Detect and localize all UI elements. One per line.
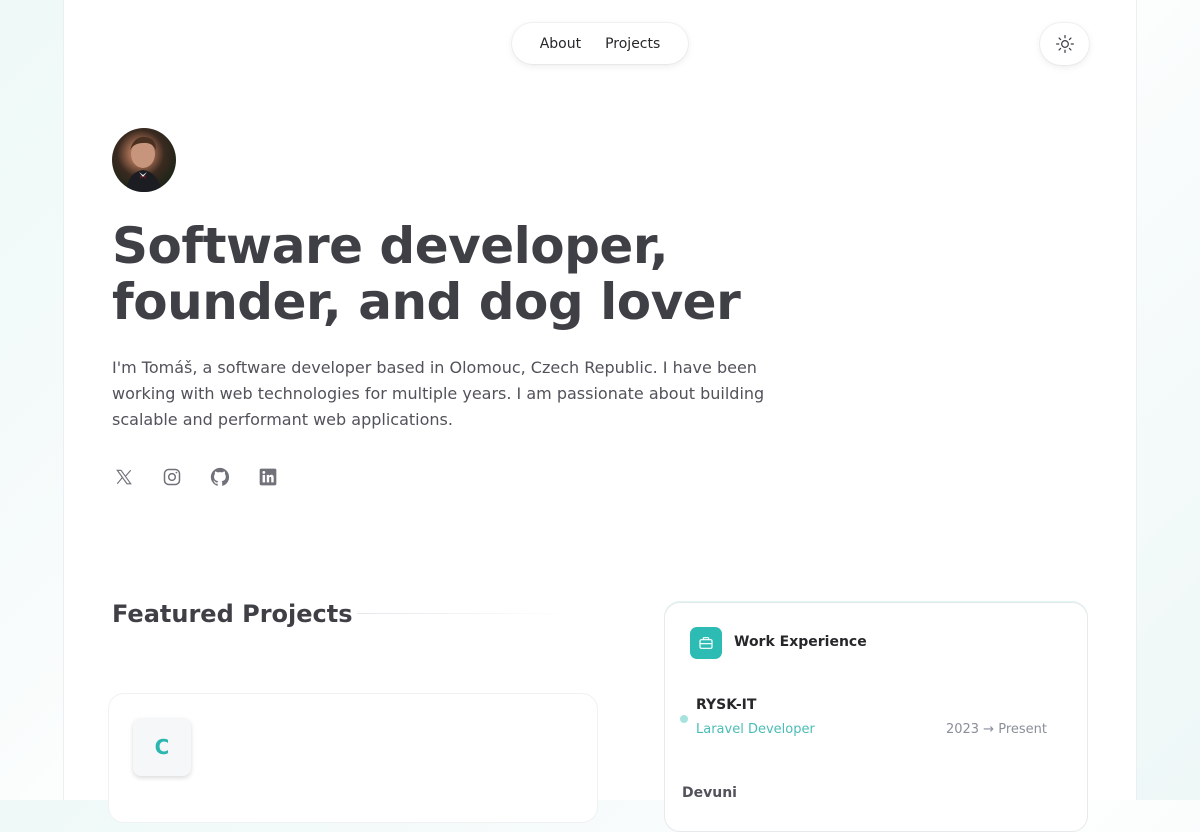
profile-photo (126, 136, 162, 192)
job-role: Laravel Developer (696, 722, 815, 737)
headline-line-1: Software developer, (112, 217, 669, 275)
social-links (112, 465, 280, 489)
section-divider (357, 613, 567, 614)
github-icon (210, 467, 230, 486)
work-icon-badge (690, 627, 722, 659)
page-title: Software developer, founder, and dog lov… (112, 218, 812, 330)
work-experience-card: Work Experience RYSK-IT Laravel Develope… (664, 602, 1088, 832)
job-dates: 2023 → Present (945, 722, 1047, 737)
project-logo: C (133, 718, 191, 776)
avatar (112, 128, 176, 192)
work-experience-title: Work Experience (734, 634, 867, 650)
main-nav: About Projects (512, 23, 688, 64)
job-company: RYSK-IT (696, 697, 757, 713)
nav-about-link[interactable]: About (540, 36, 581, 52)
intro-text: I'm Tomáš, a software developer based in… (112, 358, 765, 429)
x-icon (116, 469, 132, 485)
x-link[interactable] (112, 465, 136, 489)
headline-line-2: founder, and dog lover (112, 273, 741, 331)
job-company: Devuni (682, 785, 737, 801)
timeline-dot (680, 715, 688, 723)
sun-icon (1055, 35, 1074, 53)
instagram-icon (163, 468, 181, 486)
nav-projects-link[interactable]: Projects (605, 36, 660, 52)
briefcase-icon (699, 637, 713, 649)
linkedin-icon (259, 468, 277, 486)
project-card[interactable]: C (108, 693, 598, 823)
instagram-link[interactable] (160, 465, 184, 489)
featured-projects-heading: Featured Projects (112, 600, 353, 628)
linkedin-link[interactable] (256, 465, 280, 489)
theme-toggle-button[interactable] (1040, 23, 1089, 65)
github-link[interactable] (208, 465, 232, 489)
